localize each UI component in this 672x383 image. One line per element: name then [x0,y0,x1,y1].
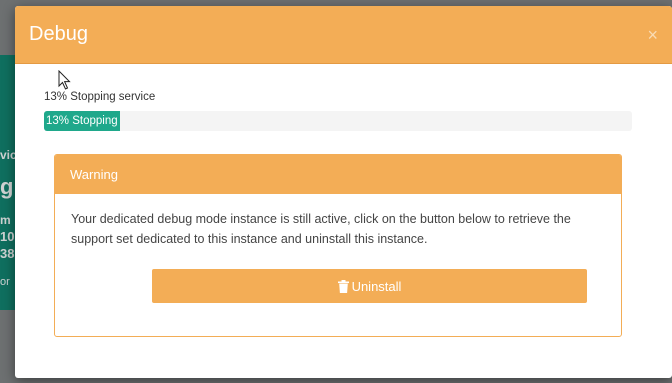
progress-bar: 13% Stopping [44,111,121,131]
warning-body: Your dedicated debug mode instance is st… [55,194,621,303]
background-text: or [0,276,10,288]
uninstall-button-label: Uninstall [351,278,402,294]
status-text: 13% Stopping service [44,91,156,103]
mouse-cursor-icon [58,70,71,90]
uninstall-button[interactable]: Uninstall [152,269,587,303]
background-text: 10 [0,229,15,244]
background-text: g [0,174,14,199]
warning-heading: Warning [55,155,621,194]
debug-modal: Debug × 13% Stopping service 13% Stoppin… [15,6,672,378]
warning-text: Your dedicated debug mode instance is st… [71,212,571,246]
progress-track: 13% Stopping [44,111,632,131]
background-text: m [0,213,11,227]
background-text: 38 [0,246,15,261]
close-icon[interactable]: × [647,26,658,44]
modal-header: Debug × [15,6,672,64]
trash-icon [337,279,349,293]
modal-title: Debug [29,23,88,45]
warning-panel: Warning Your dedicated debug mode instan… [54,154,622,337]
modal-body: 13% Stopping service 13% Stopping [15,64,672,131]
